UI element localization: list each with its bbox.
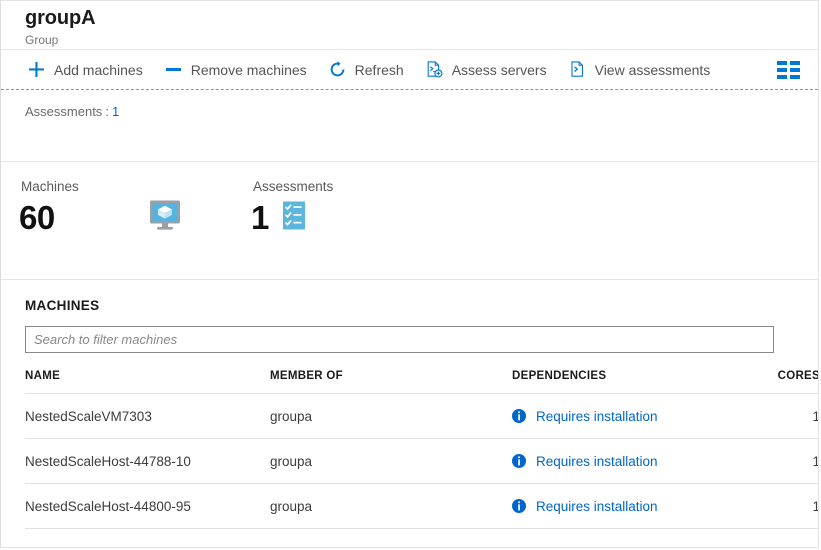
refresh-button[interactable]: Refresh [321, 54, 412, 86]
assessments-tile[interactable]: Assessments 1 [251, 179, 483, 279]
column-header-dependencies[interactable]: DEPENDENCIES [512, 370, 742, 394]
assessments-summary-separator: : [105, 104, 109, 119]
column-header-member-of[interactable]: MEMBER OF [270, 370, 512, 394]
cell-cores: 1 [742, 483, 818, 529]
refresh-icon [329, 61, 346, 78]
dependencies-link[interactable]: Requires installation [536, 409, 658, 424]
machines-table: NAME MEMBER OF DEPENDENCIES CORES Nested… [25, 370, 818, 529]
dependencies-link[interactable]: Requires installation [536, 454, 658, 469]
info-icon [512, 454, 526, 468]
group-details-blade: groupA Group Add machines Remove machine… [0, 0, 819, 548]
machines-tile-value: 60 [19, 199, 55, 236]
grid-bar [790, 67, 800, 72]
assessments-summary-label: Assessments [25, 104, 103, 119]
table-row[interactable]: NestedScaleHost-44788-10 groupa Requires… [25, 438, 818, 484]
view-assessments-icon [569, 61, 586, 78]
cell-dependencies: Requires installation [512, 393, 742, 439]
search-container [25, 326, 818, 353]
machines-tile[interactable]: Machines 60 [19, 179, 251, 279]
table-header-row: NAME MEMBER OF DEPENDENCIES CORES [25, 370, 818, 394]
cell-member-of: groupa [270, 393, 512, 439]
plus-icon [28, 61, 45, 78]
grid-bar [790, 60, 800, 65]
page-title: groupA [25, 7, 96, 29]
minus-icon [165, 61, 182, 78]
assessments-tile-title: Assessments [253, 179, 334, 194]
assessments-summary: Assessments:1 [25, 104, 818, 119]
table-row[interactable]: NestedScaleHost-44800-95 groupa Requires… [25, 483, 818, 529]
machines-section-title: MACHINES [25, 298, 100, 313]
view-assessments-button[interactable]: View assessments [561, 54, 719, 86]
remove-machines-label: Remove machines [190, 61, 307, 78]
cell-machine-name: NestedScaleHost-44800-95 [25, 483, 270, 529]
cell-member-of: groupa [270, 438, 512, 484]
remove-machines-button[interactable]: Remove machines [157, 54, 315, 86]
checklist-icon [281, 200, 307, 236]
assess-servers-icon [426, 61, 443, 78]
stat-tiles: Machines 60 Assessments 1 [1, 162, 818, 280]
cell-cores: 1 [742, 393, 818, 439]
dependencies-link[interactable]: Requires installation [536, 499, 658, 514]
machines-section: MACHINES NAME MEMBER OF DEPENDENCIES COR… [1, 280, 818, 529]
essentials-panel: Assessments:1 [1, 90, 818, 162]
cell-dependencies: Requires installation [512, 438, 742, 484]
info-icon [512, 409, 526, 423]
assess-servers-label: Assess servers [451, 61, 547, 78]
cell-machine-name: NestedScaleVM7303 [25, 393, 270, 439]
assess-servers-button[interactable]: Assess servers [418, 54, 555, 86]
column-header-name[interactable]: NAME [25, 370, 270, 394]
assessments-count-link[interactable]: 1 [112, 104, 119, 119]
grid-bar [777, 74, 787, 79]
page-subtitle: Group [25, 33, 59, 47]
table-row[interactable]: NestedScaleVM7303 groupa Requires instal… [25, 393, 818, 439]
view-assessments-label: View assessments [594, 61, 711, 78]
refresh-label: Refresh [354, 61, 404, 78]
blade-header: groupA Group [1, 1, 818, 50]
column-options-icon[interactable] [769, 55, 808, 85]
assessments-tile-value: 1 [251, 199, 269, 236]
grid-bar [777, 60, 787, 65]
grid-bar [777, 67, 787, 72]
cell-cores: 1 [742, 438, 818, 484]
command-bar: Add machines Remove machines Refresh Ass… [1, 50, 818, 90]
monitor-cube-icon [147, 199, 183, 237]
add-machines-label: Add machines [54, 61, 143, 78]
machines-tile-title: Machines [21, 179, 79, 194]
grid-bar [790, 74, 800, 79]
cell-machine-name: NestedScaleHost-44788-10 [25, 438, 270, 484]
cell-member-of: groupa [270, 483, 512, 529]
search-input[interactable] [25, 326, 774, 353]
add-machines-button[interactable]: Add machines [20, 54, 151, 86]
cell-dependencies: Requires installation [512, 483, 742, 529]
column-header-cores[interactable]: CORES [742, 370, 818, 394]
info-icon [512, 499, 526, 513]
